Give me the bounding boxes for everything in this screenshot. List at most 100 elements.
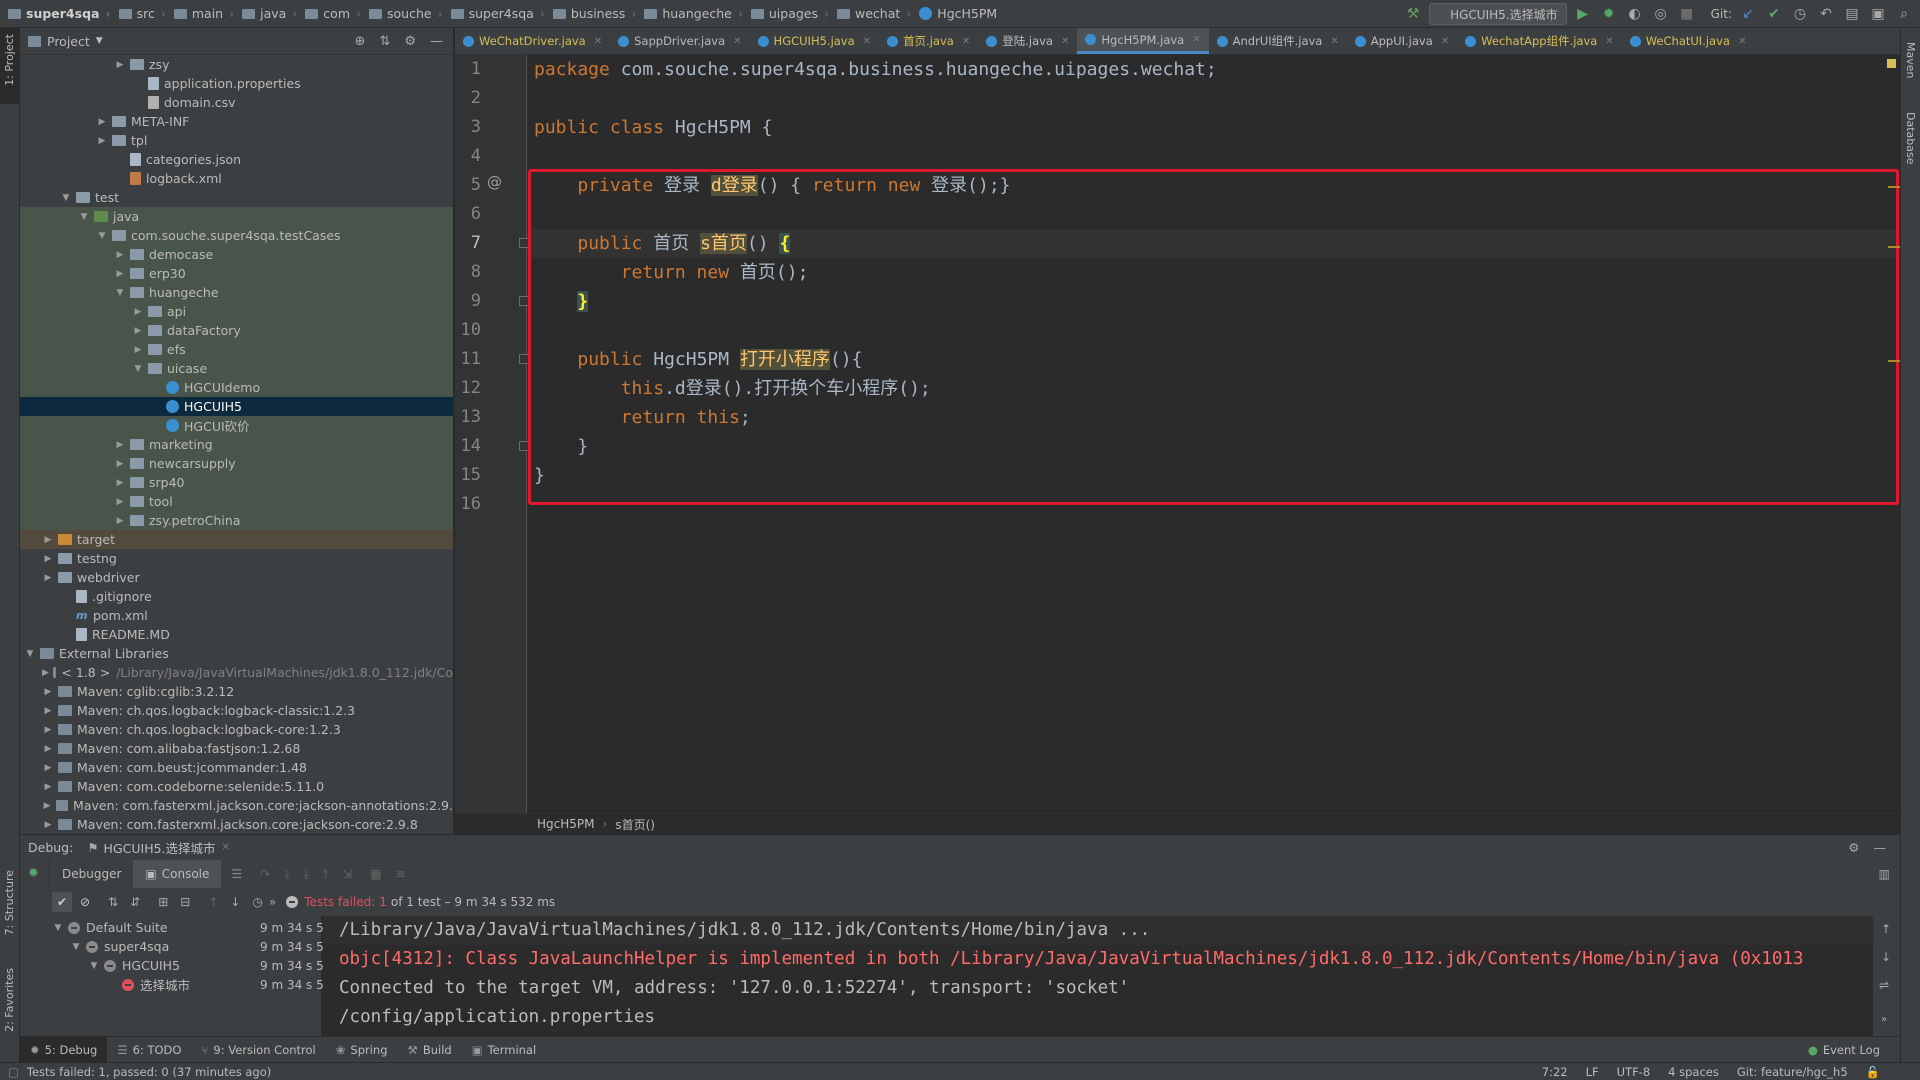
chevron-right-icon[interactable]: ▶ xyxy=(114,459,126,469)
tree-item[interactable]: ▶ Maven: com.alibaba:fastjson:1.2.68 xyxy=(20,739,453,758)
chevron-right-icon[interactable]: ▶ xyxy=(42,687,54,697)
chevron-right-icon[interactable]: ▶ xyxy=(96,136,108,146)
chevron-down-icon[interactable]: ▼ xyxy=(60,193,72,203)
line-number[interactable]: 3 xyxy=(455,117,481,137)
maven-tool-tab[interactable]: Maven xyxy=(1904,42,1917,78)
line-number[interactable]: 1 xyxy=(455,59,481,79)
line-number[interactable]: 10 xyxy=(455,320,481,340)
status-message[interactable]: Tests failed: 1, passed: 0 (37 minutes a… xyxy=(27,1065,271,1079)
tab-debugger[interactable]: Debugger xyxy=(50,860,133,888)
database-tool-tab[interactable]: Database xyxy=(1904,112,1917,165)
line-number[interactable]: 12 xyxy=(455,378,481,398)
close-icon[interactable]: ✕ xyxy=(1441,36,1449,47)
minimize-icon[interactable]: — xyxy=(1874,840,1887,855)
chevron-down-icon[interactable]: ▼ xyxy=(70,942,82,952)
run-config-select[interactable]: HGCUIH5.选择城市 xyxy=(1429,3,1567,25)
run-to-cursor-icon[interactable]: ⇲ xyxy=(342,867,352,881)
caret-position[interactable]: 7:22 xyxy=(1542,1065,1568,1079)
editor-tab[interactable]: HgcH5PM.java ✕ xyxy=(1077,28,1209,54)
tree-item[interactable]: application.properties xyxy=(20,74,453,93)
tree-item[interactable]: ▶ testng xyxy=(20,549,453,568)
line-number[interactable]: 7 xyxy=(455,233,481,253)
close-icon[interactable]: ✕ xyxy=(594,36,602,47)
tree-item[interactable]: ▶ Maven: com.codeborne:selenide:5.11.0 xyxy=(20,777,453,796)
history-icon[interactable]: ◷ xyxy=(1790,4,1810,24)
git-commit-icon[interactable]: ✔ xyxy=(1764,4,1784,24)
test-tree-item[interactable]: ▼ super4sqa 9 m 34 s 532 ms xyxy=(52,937,361,956)
tree-item[interactable]: m pom.xml xyxy=(20,606,453,625)
chevron-down-icon[interactable]: ▼ xyxy=(78,212,90,222)
tree-item[interactable]: ▶ Maven: com.beust:jcommander:1.48 xyxy=(20,758,453,777)
inspection-status-icon[interactable] xyxy=(1887,59,1896,68)
line-number[interactable]: 16 xyxy=(455,494,481,514)
chevron-down-icon[interactable]: ▼ xyxy=(24,649,36,659)
override-marker-icon[interactable]: @ xyxy=(487,173,502,191)
breadcrumb-item[interactable]: souche › xyxy=(365,6,447,21)
tree-item[interactable]: ▶ democase xyxy=(20,245,453,264)
tree-item[interactable]: ▼ com.souche.super4sqa.testCases xyxy=(20,226,453,245)
chevron-right-icon[interactable]: ▶ xyxy=(132,326,144,336)
scroll-up-icon[interactable]: ↑ xyxy=(1881,922,1891,936)
chevron-right-icon[interactable]: ▶ xyxy=(42,782,54,792)
gear-icon[interactable]: ⚙ xyxy=(404,34,416,49)
history-icon[interactable]: ◷ xyxy=(252,895,262,909)
tab-console[interactable]: ▣ Console xyxy=(133,860,222,888)
structure-tool-tab[interactable]: 7: Structure xyxy=(3,870,16,935)
git-branch[interactable]: Git: feature/hgc_h5 xyxy=(1737,1065,1848,1079)
line-number[interactable]: 8 xyxy=(455,262,481,282)
line-number[interactable]: 13 xyxy=(455,407,481,427)
todo-tab[interactable]: ☰ 6: TODO xyxy=(107,1037,191,1063)
line-number[interactable]: 2 xyxy=(455,88,481,108)
close-icon[interactable]: ✕ xyxy=(962,36,970,47)
line-separator[interactable]: LF xyxy=(1586,1065,1599,1079)
project-structure-icon[interactable]: ▤ xyxy=(1842,4,1862,24)
locate-icon[interactable]: ⊕ xyxy=(355,34,366,49)
breadcrumb-item[interactable]: src › xyxy=(115,6,170,21)
breadcrumb-item[interactable]: huangeche › xyxy=(640,6,747,21)
show-passed-icon[interactable]: ✔ xyxy=(52,892,72,912)
chevron-right-icon[interactable]: ▶ xyxy=(114,478,126,488)
expand-all-icon[interactable]: ⊞ xyxy=(158,895,168,909)
breadcrumb-item[interactable]: java › xyxy=(238,6,301,21)
build-tab[interactable]: ⚒ Build xyxy=(398,1037,462,1063)
chevron-right-icon[interactable]: ▶ xyxy=(132,345,144,355)
error-stripe-mark[interactable] xyxy=(1888,360,1900,362)
tree-item[interactable]: ▶ Maven: com.fasterxml.jackson.core:jacks… xyxy=(20,796,453,815)
layout-settings-icon[interactable]: ▥ xyxy=(1879,867,1890,881)
scroll-down-icon[interactable]: ↓ xyxy=(1881,950,1891,964)
git-update-icon[interactable]: ↙ xyxy=(1738,4,1758,24)
line-number[interactable]: 11 xyxy=(455,349,481,369)
tree-item[interactable]: ▼ huangeche xyxy=(20,283,453,302)
tree-item[interactable]: ▶ zsy xyxy=(20,55,453,74)
step-into-icon[interactable]: ⤓ xyxy=(284,867,289,882)
indent-setting[interactable]: 4 spaces xyxy=(1668,1065,1719,1079)
close-icon[interactable]: ✕ xyxy=(1192,34,1200,45)
close-icon[interactable]: ✕ xyxy=(863,36,871,47)
editor-tab[interactable]: 登陆.java ✕ xyxy=(978,28,1077,54)
tree-item[interactable]: ▶ srp40 xyxy=(20,473,453,492)
breadcrumb-item[interactable]: com › xyxy=(301,6,365,21)
tree-item[interactable]: logback.xml xyxy=(20,169,453,188)
chevron-down-icon[interactable]: ▼ xyxy=(132,364,144,374)
tree-item[interactable]: ▶ META-INF xyxy=(20,112,453,131)
menu-icon[interactable]: ☰ xyxy=(231,867,242,881)
chevron-right-icon[interactable]: ▶ xyxy=(42,535,54,545)
editor-tab[interactable]: SappDriver.java ✕ xyxy=(610,28,749,54)
step-over-icon[interactable]: ↷ xyxy=(260,867,270,881)
chevron-right-icon[interactable]: ▶ xyxy=(96,117,108,127)
line-number[interactable]: 14 xyxy=(455,436,481,456)
tree-item[interactable]: ▼ test xyxy=(20,188,453,207)
project-tool-tab[interactable]: 1: Project xyxy=(3,34,16,86)
collapse-all-icon[interactable]: ⊟ xyxy=(180,895,190,909)
project-view-selector[interactable]: Project xyxy=(47,34,90,49)
more-icon[interactable]: » xyxy=(1881,1014,1887,1025)
close-icon[interactable]: ✕ xyxy=(1605,36,1613,47)
breadcrumb-method[interactable]: s首页() xyxy=(615,816,655,833)
close-icon[interactable]: ✕ xyxy=(1330,36,1338,47)
chevron-right-icon[interactable]: ▶ xyxy=(42,820,54,830)
editor-tab[interactable]: HGCUIH5.java ✕ xyxy=(750,28,880,54)
lock-icon[interactable]: 🔓 xyxy=(1866,1065,1880,1079)
tree-item[interactable]: HGCUIdemo xyxy=(20,378,453,397)
chevron-right-icon[interactable]: ▶ xyxy=(114,440,126,450)
line-number[interactable]: 5 xyxy=(455,175,481,195)
